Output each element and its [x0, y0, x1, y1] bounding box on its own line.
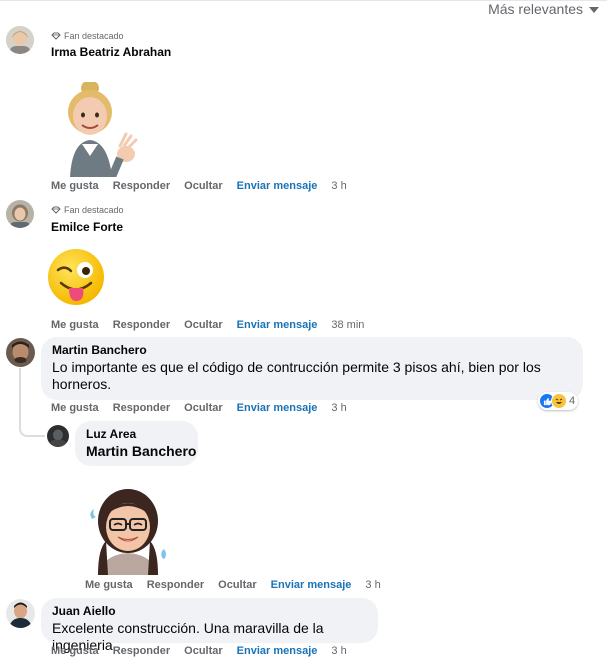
timestamp[interactable]: 3 h: [365, 579, 380, 591]
send-message-button[interactable]: Enviar mensaje: [271, 579, 352, 591]
avatar[interactable]: [6, 338, 35, 367]
send-message-button[interactable]: Enviar mensaje: [237, 645, 318, 657]
badge-label: Fan destacado: [64, 205, 124, 215]
like-button[interactable]: Me gusta: [51, 319, 99, 331]
reply-bubble: Luz Area Martin Banchero: [75, 421, 198, 466]
hide-button[interactable]: Ocultar: [218, 579, 257, 591]
timestamp[interactable]: 38 min: [331, 319, 364, 331]
diamond-icon: [51, 32, 61, 40]
avatar[interactable]: [6, 26, 34, 54]
reply-button[interactable]: Responder: [113, 319, 170, 331]
comment-text: Lo importante es que el código de contru…: [52, 359, 541, 392]
avatar[interactable]: [6, 599, 35, 628]
like-button[interactable]: Me gusta: [51, 402, 99, 414]
like-button[interactable]: Me gusta: [51, 645, 99, 657]
hide-button[interactable]: Ocultar: [184, 180, 223, 192]
comment-author[interactable]: Luz Area: [86, 427, 136, 441]
reply-button[interactable]: Responder: [113, 180, 170, 192]
comment-bubble: Martin Banchero Lo importante es que el …: [41, 337, 583, 400]
fan-badge: Fan destacado: [51, 205, 124, 215]
mention-link[interactable]: Martin Banchero: [86, 443, 196, 460]
avatar-sticker: [86, 489, 172, 580]
fan-badge: Fan destacado: [51, 31, 124, 41]
send-message-button[interactable]: Enviar mensaje: [237, 402, 318, 414]
comment-author[interactable]: Juan Aiello: [52, 604, 116, 618]
reply-button[interactable]: Responder: [113, 645, 170, 657]
send-message-button[interactable]: Enviar mensaje: [237, 180, 318, 192]
winking-emoji-sticker: [47, 248, 105, 311]
reactions-summary[interactable]: 4: [538, 392, 579, 410]
hide-button[interactable]: Ocultar: [184, 319, 223, 331]
caret-down-icon: [589, 7, 599, 13]
comment-actions: Me gusta Responder Ocultar Enviar mensaj…: [51, 180, 347, 192]
badge-label: Fan destacado: [64, 31, 124, 41]
send-message-button[interactable]: Enviar mensaje: [237, 319, 318, 331]
hide-button[interactable]: Ocultar: [184, 645, 223, 657]
comment-actions: Me gusta Responder Ocultar Enviar mensaj…: [51, 319, 364, 331]
comment-author[interactable]: Martin Banchero: [52, 343, 147, 357]
comment-author[interactable]: Emilce Forte: [51, 220, 123, 234]
avatar[interactable]: [6, 200, 34, 228]
sort-label: Más relevantes: [488, 1, 583, 17]
comment-bubble: Juan Aiello Excelente construcción. Una …: [41, 598, 378, 653]
avatar-sticker: [60, 80, 150, 182]
reply-actions: Me gusta Responder Ocultar Enviar mensaj…: [85, 579, 381, 591]
haha-reaction-icon: [551, 393, 567, 409]
diamond-icon: [51, 206, 61, 214]
reply-button[interactable]: Responder: [147, 579, 204, 591]
like-button[interactable]: Me gusta: [85, 579, 133, 591]
timestamp[interactable]: 3 h: [331, 645, 346, 657]
comment-actions: Me gusta Responder Ocultar Enviar mensaj…: [51, 645, 347, 657]
comment-actions: Me gusta Responder Ocultar Enviar mensaj…: [51, 402, 347, 414]
reaction-count: 4: [569, 395, 576, 407]
timestamp[interactable]: 3 h: [331, 180, 346, 192]
reply-button[interactable]: Responder: [113, 402, 170, 414]
sort-dropdown[interactable]: Más relevantes: [488, 1, 599, 17]
timestamp[interactable]: 3 h: [331, 402, 346, 414]
reply-thread-line: [19, 368, 45, 437]
comment-author[interactable]: Irma Beatriz Abrahan: [51, 45, 171, 59]
like-button[interactable]: Me gusta: [51, 180, 99, 192]
avatar[interactable]: [47, 425, 69, 447]
hide-button[interactable]: Ocultar: [184, 402, 223, 414]
